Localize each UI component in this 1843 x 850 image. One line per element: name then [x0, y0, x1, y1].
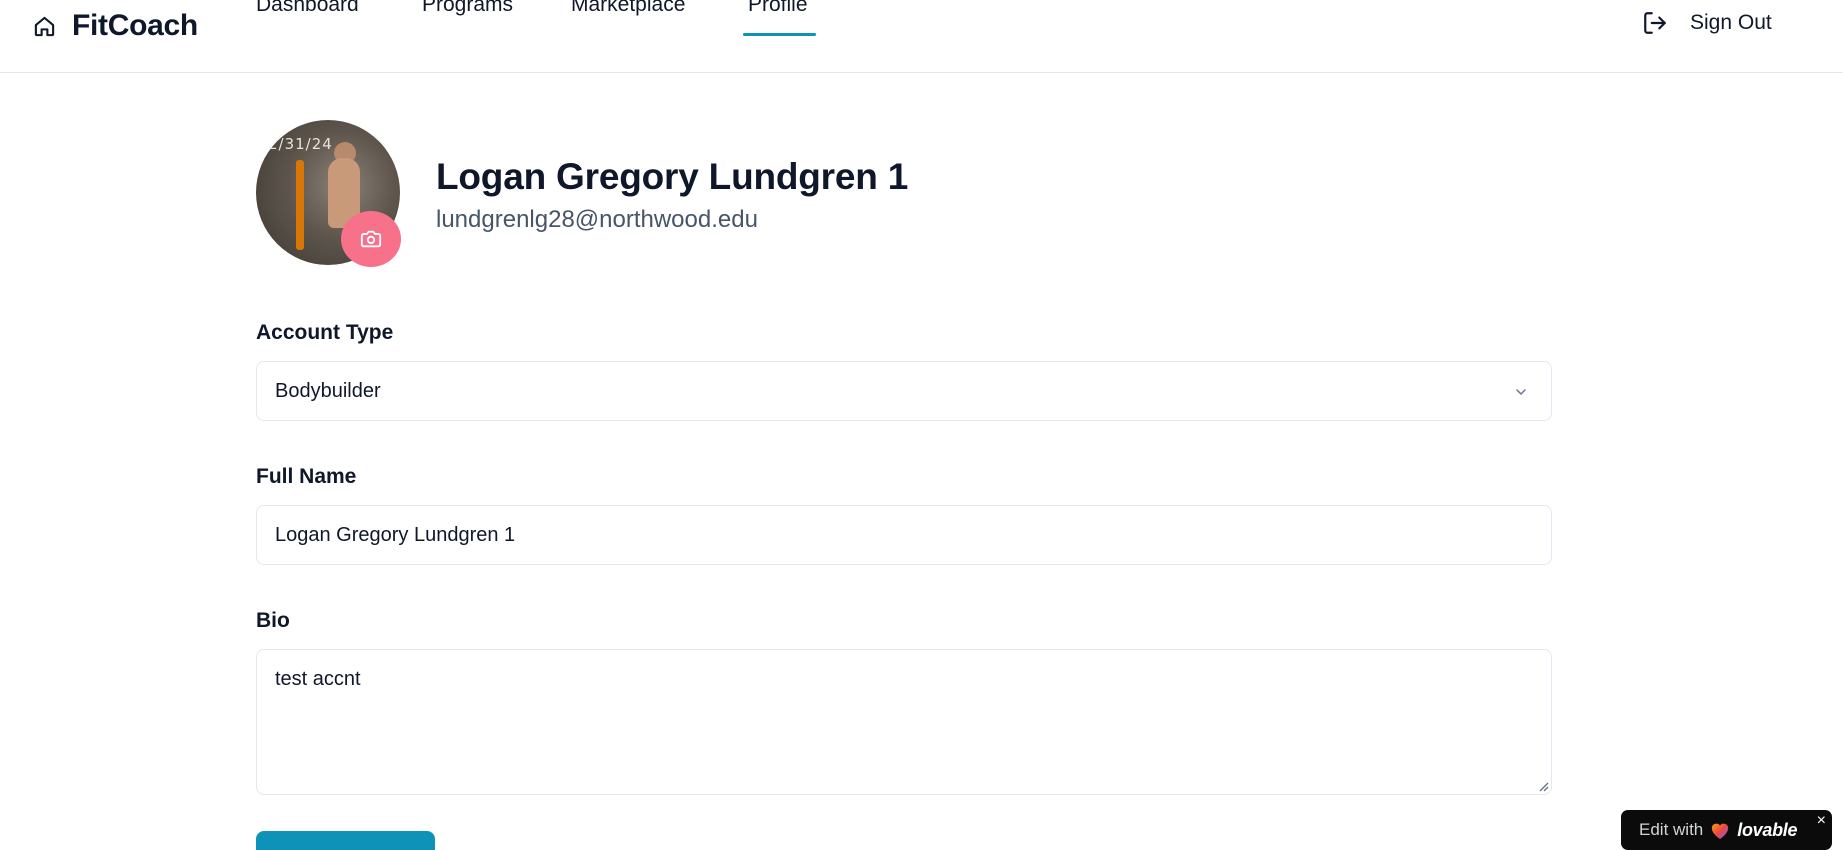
badge-brand-text: lovable [1737, 819, 1798, 840]
avatar-photo-timestamp: 2/31/24 [268, 135, 333, 153]
full-name-label: Full Name [256, 465, 357, 488]
nav-item-profile[interactable]: Profile [748, 0, 808, 18]
full-name-input[interactable]: Logan Gregory Lundgren 1 [256, 505, 1552, 565]
avatar-container: 2/31/24 [256, 120, 401, 267]
close-icon[interactable]: × [1817, 812, 1826, 830]
account-type-label: Account Type [256, 321, 394, 344]
edit-with-lovable-badge[interactable]: Edit with lovable × [1621, 810, 1832, 850]
home-icon [33, 15, 56, 38]
profile-name: Logan Gregory Lundgren 1 [436, 156, 909, 197]
avatar-photo-detail [296, 160, 304, 250]
log-out-icon [1642, 10, 1668, 36]
sign-out-button[interactable]: Sign Out [1642, 10, 1772, 36]
camera-icon [360, 228, 382, 250]
sign-out-label: Sign Out [1690, 11, 1772, 34]
chevron-down-icon [1513, 384, 1529, 400]
heart-icon [1709, 820, 1731, 840]
nav-item-dashboard[interactable]: Dashboard [256, 0, 359, 18]
account-type-select[interactable]: Bodybuilder [256, 361, 1552, 421]
bio-textarea[interactable]: test accnt [256, 649, 1552, 795]
save-profile-button[interactable] [256, 831, 435, 850]
nav-item-marketplace[interactable]: Marketplace [571, 0, 685, 18]
nav-item-programs[interactable]: Programs [422, 0, 513, 18]
resize-handle-icon[interactable] [1537, 780, 1549, 792]
top-nav-bar: FitCoach Dashboard Programs Marketplace … [0, 0, 1843, 73]
active-tab-indicator [743, 33, 816, 36]
change-avatar-button[interactable] [341, 211, 401, 267]
bio-value: test accnt [275, 668, 361, 690]
account-type-value: Bodybuilder [275, 379, 381, 402]
bio-label: Bio [256, 609, 290, 632]
brand-name: FitCoach [72, 9, 198, 42]
badge-edit-with-text: Edit with [1639, 820, 1704, 839]
profile-email: lundgrenlg28@northwood.edu [436, 206, 758, 233]
brand-link[interactable]: FitCoach [33, 6, 198, 46]
